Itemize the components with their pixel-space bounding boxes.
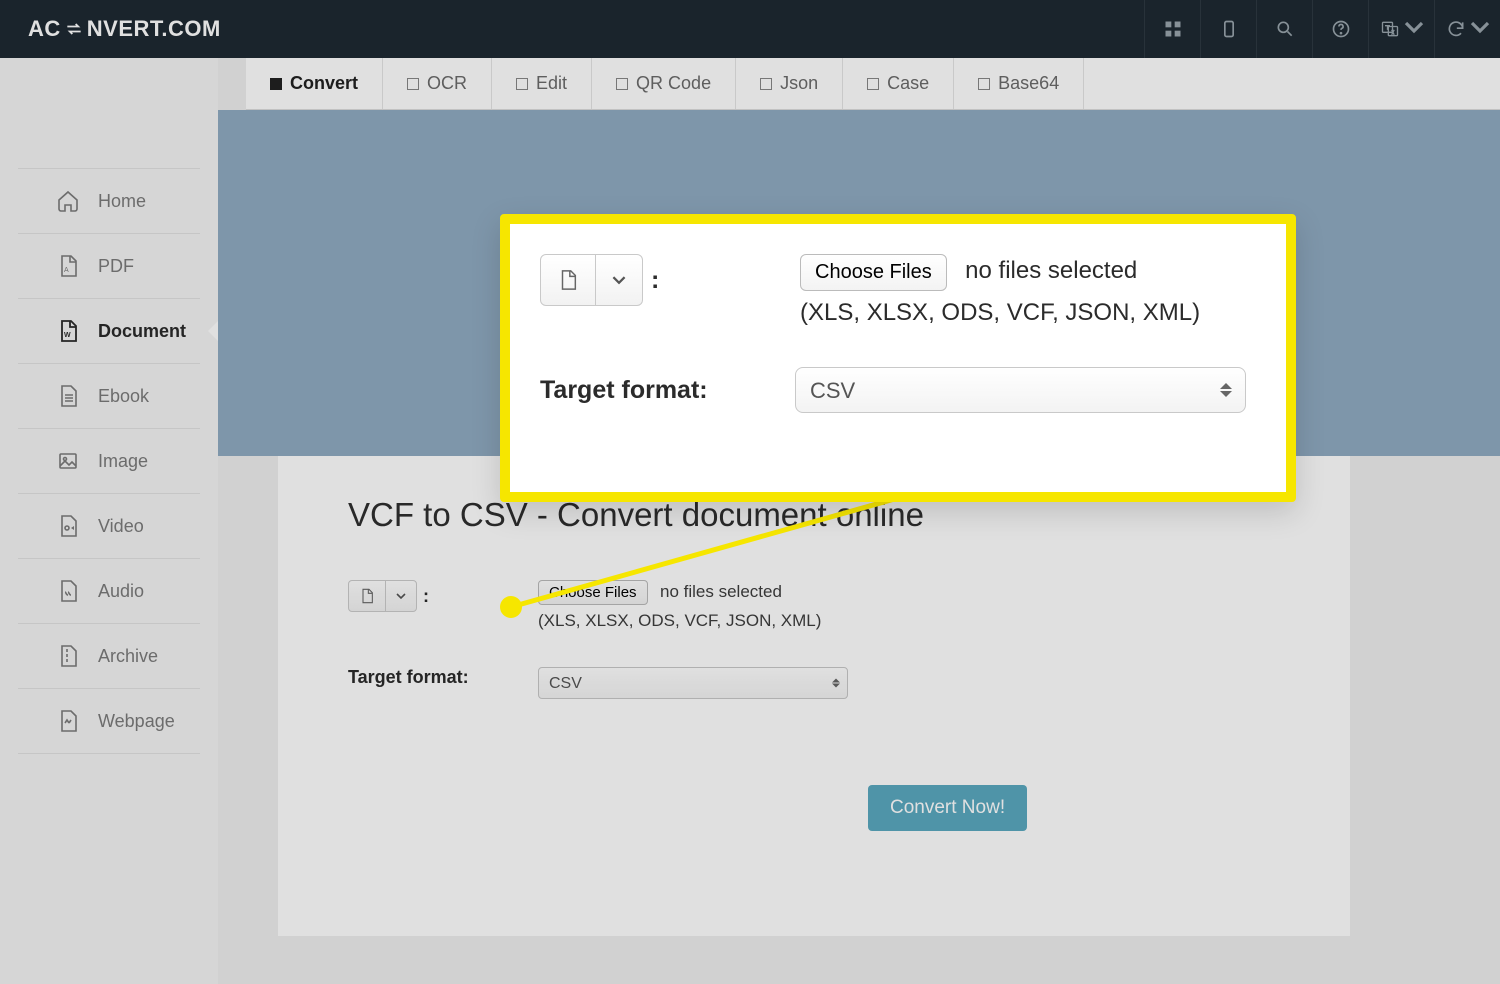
document-icon: W [56,319,80,343]
swap-icon [64,19,84,39]
sidebar-item-label: Video [98,516,144,537]
svg-text:A: A [64,267,69,274]
tab-label: Case [887,73,929,94]
tab-label: Edit [536,73,567,94]
colon-label: : [423,586,429,607]
overlay-target-format-select-wrap: CSV [795,367,1246,413]
overlay-target-row: Target format: CSV [540,367,1246,413]
square-icon [978,78,990,90]
square-icon [616,78,628,90]
tab-case[interactable]: Case [843,58,954,109]
tab-bar: Convert OCR Edit QR Code Json Case Base6… [246,58,1500,110]
sidebar-item-label: PDF [98,256,134,277]
tab-label: QR Code [636,73,711,94]
sidebar-item-label: Ebook [98,386,149,407]
colon-label: : [651,266,659,295]
tab-ocr[interactable]: OCR [383,58,492,109]
square-icon [407,78,419,90]
brand-logo[interactable]: AC NVERT.COM [0,16,221,42]
tab-label: Convert [290,73,358,94]
convert-now-button[interactable]: Convert Now! [868,785,1027,831]
sidebar-item-webpage[interactable]: Webpage [18,689,200,754]
archive-icon [56,644,80,668]
allowed-formats-hint: (XLS, XLSX, ODS, VCF, JSON, XML) [538,611,821,631]
chevron-down-icon[interactable] [385,581,416,611]
overlay-target-format-label: Target format: [540,376,708,405]
search-icon[interactable] [1256,0,1312,58]
tab-label: Json [780,73,818,94]
video-icon [56,514,80,538]
sidebar-item-ebook[interactable]: Ebook [18,364,200,429]
brand-left: AC [28,16,61,42]
image-icon [56,449,80,473]
sidebar: Home A PDF W Document Ebook Image Video … [0,58,218,984]
sidebar-item-video[interactable]: Video [18,494,200,559]
target-format-select[interactable]: CSV [538,667,848,699]
sidebar-item-document[interactable]: W Document [18,299,200,364]
file-icon[interactable] [541,255,595,305]
file-status: no files selected [660,582,782,601]
tab-qrcode[interactable]: QR Code [592,58,736,109]
pdf-icon: A [56,254,80,278]
language-icon[interactable] [1368,0,1434,58]
main: Convert OCR Edit QR Code Json Case Base6… [218,58,1500,984]
sidebar-item-image[interactable]: Image [18,429,200,494]
overlay-file-status: no files selected [965,257,1137,284]
top-bar: AC NVERT.COM [0,0,1500,58]
overlay-source-type-toggle[interactable] [540,254,643,306]
ebook-icon [56,384,80,408]
sidebar-item-label: Webpage [98,711,175,732]
help-icon[interactable] [1312,0,1368,58]
square-icon [270,78,282,90]
source-type-toggle[interactable] [348,580,417,612]
tab-convert[interactable]: Convert [246,58,383,109]
audio-icon [56,579,80,603]
sidebar-item-label: Home [98,191,146,212]
tab-json[interactable]: Json [736,58,843,109]
target-row: Target format: CSV [348,667,1280,699]
brand-right: NVERT.COM [87,16,221,42]
svg-text:W: W [64,332,71,339]
page-content: VCF to CSV - Convert document online : C… [278,456,1350,936]
tab-base64[interactable]: Base64 [954,58,1084,109]
tab-edit[interactable]: Edit [492,58,592,109]
sidebar-item-label: Archive [98,646,158,667]
chevron-down-icon [1470,17,1490,42]
source-row: : Choose Files no files selected (XLS, X… [348,580,1280,631]
sidebar-item-audio[interactable]: Audio [18,559,200,624]
square-icon [867,78,879,90]
file-icon[interactable] [349,581,385,611]
tab-label: Base64 [998,73,1059,94]
target-format-select-wrap: CSV [538,667,848,699]
apps-icon[interactable] [1144,0,1200,58]
device-icon[interactable] [1200,0,1256,58]
home-icon [56,189,80,213]
overlay-target-format-select[interactable]: CSV [795,367,1246,413]
square-icon [516,78,528,90]
refresh-icon[interactable] [1434,0,1500,58]
overlay-choose-files-button[interactable]: Choose Files [800,254,947,291]
topbar-right [1144,0,1500,58]
annotation-zoom-box: : Choose Files no files selected (XLS, X… [500,214,1296,502]
target-format-label: Target format: [348,667,469,688]
overlay-allowed-formats-hint: (XLS, XLSX, ODS, VCF, JSON, XML) [800,299,1200,327]
overlay-source-row: : Choose Files no files selected (XLS, X… [540,254,1246,327]
sidebar-item-label: Image [98,451,148,472]
sidebar-item-label: Audio [98,581,144,602]
chevron-down-icon[interactable] [595,255,642,305]
tab-label: OCR [427,73,467,94]
chevron-down-icon [1404,17,1424,42]
sidebar-item-label: Document [98,321,186,342]
sidebar-item-pdf[interactable]: A PDF [18,234,200,299]
sidebar-item-archive[interactable]: Archive [18,624,200,689]
square-icon [760,78,772,90]
webpage-icon [56,709,80,733]
sidebar-item-home[interactable]: Home [18,168,200,234]
choose-files-button[interactable]: Choose Files [538,580,648,605]
